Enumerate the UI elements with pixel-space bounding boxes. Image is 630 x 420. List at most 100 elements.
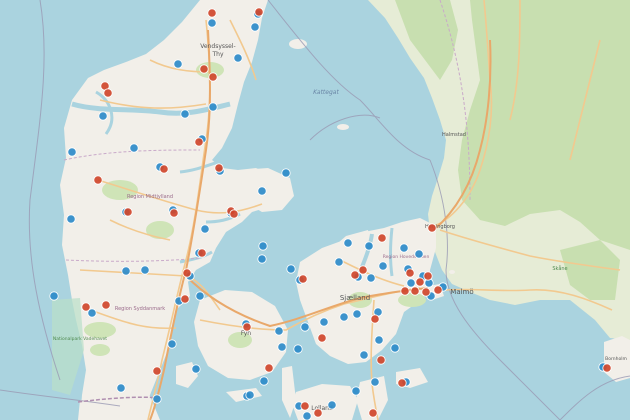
red-station-marker[interactable]: [350, 270, 360, 280]
blue-station-marker[interactable]: [245, 390, 255, 400]
red-station-marker[interactable]: [313, 408, 323, 418]
blue-station-marker[interactable]: [399, 243, 409, 253]
ven-island: [449, 270, 455, 274]
blue-station-marker[interactable]: [286, 264, 296, 274]
blue-station-marker[interactable]: [277, 342, 287, 352]
red-station-marker[interactable]: [103, 88, 113, 98]
blue-station-marker[interactable]: [339, 312, 349, 322]
blue-station-marker[interactable]: [195, 291, 205, 301]
red-station-marker[interactable]: [93, 175, 103, 185]
map-view[interactable]: Vendsyssel- Thy Kattegat Sjælland Fyn Lo…: [0, 0, 630, 420]
blue-station-marker[interactable]: [49, 291, 59, 301]
red-station-marker[interactable]: [433, 285, 443, 295]
red-station-marker[interactable]: [300, 401, 310, 411]
blue-station-marker[interactable]: [390, 343, 400, 353]
blue-station-marker[interactable]: [140, 265, 150, 275]
blue-station-marker[interactable]: [334, 257, 344, 267]
red-station-marker[interactable]: [377, 233, 387, 243]
red-station-marker[interactable]: [81, 302, 91, 312]
red-station-marker[interactable]: [254, 7, 264, 17]
blue-station-marker[interactable]: [67, 147, 77, 157]
blue-station-marker[interactable]: [374, 335, 384, 345]
blue-station-marker[interactable]: [208, 102, 218, 112]
red-station-marker[interactable]: [123, 207, 133, 217]
germany-land: [78, 396, 160, 420]
blue-station-marker[interactable]: [259, 376, 269, 386]
red-station-marker[interactable]: [169, 208, 179, 218]
blue-station-marker[interactable]: [378, 261, 388, 271]
blue-station-marker[interactable]: [302, 411, 312, 420]
red-station-marker[interactable]: [229, 209, 239, 219]
blue-station-marker[interactable]: [352, 309, 362, 319]
red-station-marker[interactable]: [317, 333, 327, 343]
red-station-marker[interactable]: [197, 248, 207, 258]
red-station-marker[interactable]: [423, 271, 433, 281]
red-station-marker[interactable]: [199, 64, 209, 74]
laeso-island: [289, 39, 307, 49]
red-station-marker[interactable]: [242, 322, 252, 332]
blue-station-marker[interactable]: [207, 18, 217, 28]
red-station-marker[interactable]: [298, 274, 308, 284]
red-station-marker[interactable]: [405, 268, 415, 278]
roskilde-fjord: [389, 227, 394, 277]
label-skane: Skåne: [552, 265, 567, 272]
label-malmo: Malmö: [450, 288, 473, 296]
blue-station-marker[interactable]: [274, 326, 284, 336]
red-station-marker[interactable]: [421, 287, 431, 297]
blue-station-marker[interactable]: [370, 377, 380, 387]
red-station-marker[interactable]: [152, 366, 162, 376]
red-station-marker[interactable]: [264, 363, 274, 373]
red-station-marker[interactable]: [101, 300, 111, 310]
blue-station-marker[interactable]: [257, 254, 267, 264]
blue-station-marker[interactable]: [300, 322, 310, 332]
red-station-marker[interactable]: [427, 223, 437, 233]
map-canvas[interactable]: Vendsyssel- Thy Kattegat Sjælland Fyn Lo…: [0, 0, 630, 420]
blue-station-marker[interactable]: [180, 109, 190, 119]
blue-station-marker[interactable]: [406, 278, 416, 288]
blue-station-marker[interactable]: [121, 266, 131, 276]
blue-station-marker[interactable]: [191, 364, 201, 374]
blue-station-marker[interactable]: [200, 224, 210, 234]
label-nationalpark: Nationalpark Vadehavet: [53, 336, 107, 342]
anholt-island: [337, 124, 349, 130]
blue-station-marker[interactable]: [152, 394, 162, 404]
blue-station-marker[interactable]: [364, 241, 374, 251]
red-station-marker[interactable]: [368, 408, 378, 418]
red-station-marker[interactable]: [376, 355, 386, 365]
blue-station-marker[interactable]: [167, 339, 177, 349]
red-station-marker[interactable]: [397, 378, 407, 388]
red-station-marker[interactable]: [214, 163, 224, 173]
red-station-marker[interactable]: [415, 277, 425, 287]
blue-station-marker[interactable]: [173, 59, 183, 69]
red-station-marker[interactable]: [182, 268, 192, 278]
red-station-marker[interactable]: [370, 314, 380, 324]
blue-station-marker[interactable]: [281, 168, 291, 178]
red-station-marker[interactable]: [208, 72, 218, 82]
blue-station-marker[interactable]: [327, 400, 337, 410]
red-station-marker[interactable]: [410, 286, 420, 296]
blue-station-marker[interactable]: [250, 22, 260, 32]
blue-station-marker[interactable]: [258, 241, 268, 251]
blue-station-marker[interactable]: [66, 214, 76, 224]
blue-station-marker[interactable]: [414, 249, 424, 259]
blue-station-marker[interactable]: [319, 317, 329, 327]
label-thy: Thy: [211, 51, 223, 58]
blue-station-marker[interactable]: [351, 386, 361, 396]
red-station-marker[interactable]: [159, 164, 169, 174]
red-station-marker[interactable]: [400, 286, 410, 296]
blue-station-marker[interactable]: [129, 143, 139, 153]
blue-station-marker[interactable]: [293, 344, 303, 354]
blue-station-marker[interactable]: [233, 53, 243, 63]
label-region-midtjylland: Region Midtjylland: [127, 194, 173, 200]
blue-station-marker[interactable]: [366, 273, 376, 283]
red-station-marker[interactable]: [180, 294, 190, 304]
blue-station-marker[interactable]: [98, 111, 108, 121]
blue-station-marker[interactable]: [116, 383, 126, 393]
blue-station-marker[interactable]: [343, 238, 353, 248]
red-station-marker[interactable]: [207, 8, 217, 18]
red-station-marker[interactable]: [194, 137, 204, 147]
blue-station-marker[interactable]: [359, 350, 369, 360]
blue-station-marker[interactable]: [257, 186, 267, 196]
red-station-marker[interactable]: [602, 363, 612, 373]
red-station-marker[interactable]: [358, 265, 368, 275]
